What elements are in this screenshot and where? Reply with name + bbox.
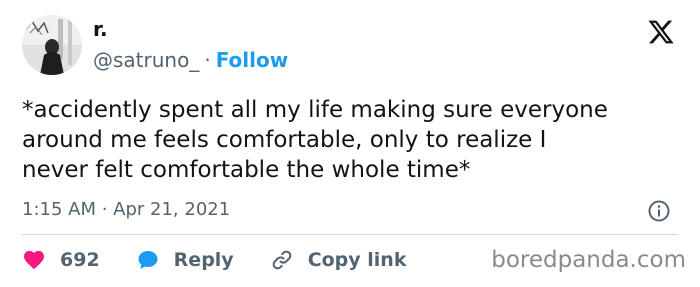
reply-label: Reply	[173, 249, 234, 271]
like-button[interactable]: 692	[22, 248, 100, 272]
watermark: boredpanda.com	[491, 247, 686, 273]
copy-link-label: Copy link	[307, 249, 407, 271]
separator-dot: ·	[204, 48, 211, 72]
display-name[interactable]: r.	[93, 17, 108, 41]
x-logo-icon[interactable]	[647, 18, 675, 46]
tweet-text: *accidently spent all my life making sur…	[22, 97, 608, 183]
link-icon	[272, 250, 292, 270]
copy-link-button[interactable]: Copy link	[270, 248, 407, 272]
avatar-image	[22, 15, 82, 75]
divider	[22, 234, 678, 235]
user-handle[interactable]: @satruno_	[93, 48, 199, 72]
like-count: 692	[60, 249, 100, 271]
handle-row: @satruno_ · Follow	[93, 47, 288, 73]
reply-button[interactable]: Reply	[136, 248, 234, 272]
follow-button[interactable]: Follow	[216, 48, 289, 72]
info-icon[interactable]	[647, 199, 671, 223]
tweet-timestamp[interactable]: 1:15 AM · Apr 21, 2021	[22, 198, 230, 222]
heart-icon	[24, 250, 44, 270]
tweet-card: r. @satruno_ · Follow *accidently spent al…	[0, 0, 700, 287]
speech-bubble-icon	[138, 251, 158, 269]
action-bar: 692 Reply Copy link	[22, 246, 442, 274]
avatar[interactable]	[22, 15, 82, 75]
